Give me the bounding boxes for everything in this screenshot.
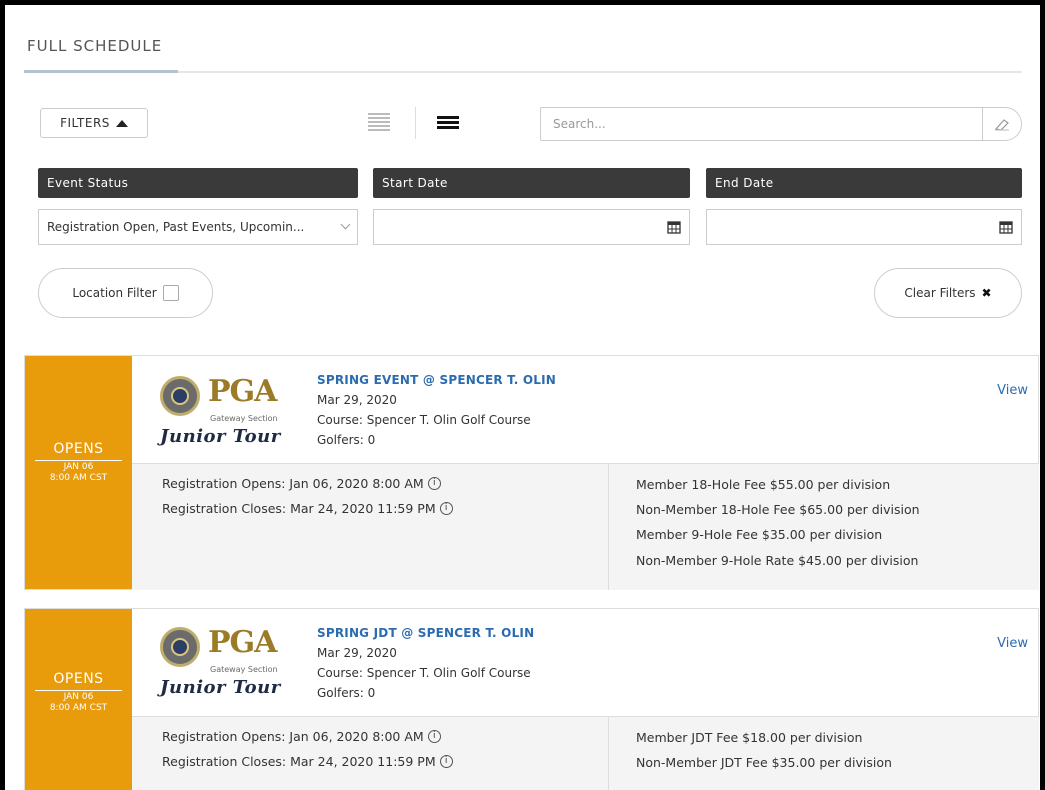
caret-up-icon: [115, 119, 128, 127]
registration-opens: Registration Opens: Jan 06, 2020 8:00 AM…: [162, 476, 441, 491]
opens-badge: OPENS JAN 06 8:00 AM CST: [25, 356, 132, 589]
registration-opens: Registration Opens: Jan 06, 2020 8:00 AM…: [162, 729, 441, 744]
fee-line: Non-Member 18-Hole Fee $65.00 per divisi…: [636, 502, 920, 517]
event-date: Mar 29, 2020: [317, 393, 397, 407]
registration-closes: Registration Closes: Mar 24, 2020 11:59 …: [162, 501, 453, 516]
start-date-field[interactable]: [373, 209, 690, 245]
info-icon[interactable]: i: [439, 502, 453, 515]
filters-label: FILTERS: [60, 116, 110, 130]
logo-pga-text: PGA: [208, 625, 277, 660]
compact-view-icon[interactable]: [437, 116, 459, 129]
info-icon[interactable]: i: [439, 755, 453, 768]
logo-section-text: Gateway Section: [210, 414, 278, 423]
pga-junior-tour-logo: PGA Gateway Section Junior Tour: [160, 625, 295, 705]
opens-time: 8:00 AM CST: [49, 473, 108, 483]
pga-junior-tour-logo: PGA Gateway Section Junior Tour: [160, 374, 295, 454]
tab-header: FULL SCHEDULE: [5, 5, 1040, 75]
registration-closes-text: Registration Closes: Mar 24, 2020 11:59 …: [162, 754, 436, 769]
calendar-icon[interactable]: [999, 220, 1013, 234]
event-card: OPENS JAN 06 8:00 AM CST PGA Gateway Sec…: [24, 608, 1039, 790]
registration-closes-text: Registration Closes: Mar 24, 2020 11:59 …: [162, 501, 436, 516]
opens-badge: OPENS JAN 06 8:00 AM CST: [25, 609, 132, 790]
end-date-field[interactable]: [706, 209, 1022, 245]
view-toggle-divider: [415, 107, 416, 139]
clear-filters-label: Clear Filters: [904, 286, 976, 300]
registration-closes: Registration Closes: Mar 24, 2020 11:59 …: [162, 754, 453, 769]
info-icon[interactable]: i: [427, 730, 441, 743]
logo-section-text: Gateway Section: [210, 665, 278, 674]
info-icon[interactable]: i: [427, 477, 441, 490]
event-title-link[interactable]: SPRING EVENT @ SPENCER T. OLIN: [317, 373, 556, 387]
opens-label: OPENS: [53, 441, 104, 457]
registration-opens-text: Registration Opens: Jan 06, 2020 8:00 AM: [162, 476, 424, 491]
location-filter-label: Location Filter: [72, 286, 157, 300]
registration-opens-text: Registration Opens: Jan 06, 2020 8:00 AM: [162, 729, 424, 744]
event-golfers: Golfers: 0: [317, 433, 376, 447]
view-link[interactable]: View: [997, 636, 1028, 651]
opens-label: OPENS: [53, 671, 104, 687]
event-details: Registration Opens: Jan 06, 2020 8:00 AM…: [132, 463, 1039, 590]
location-filter-button[interactable]: Location Filter: [38, 268, 213, 318]
event-status-select[interactable]: Registration Open, Past Events, Upcomin.…: [38, 209, 358, 245]
event-date: Mar 29, 2020: [317, 646, 397, 660]
details-divider: [608, 464, 609, 590]
details-divider: [608, 717, 609, 790]
search-input[interactable]: [541, 108, 981, 140]
active-tab-underline: [24, 70, 178, 73]
chevron-down-icon: [340, 219, 351, 230]
fee-line: Member 9-Hole Fee $35.00 per division: [636, 527, 883, 542]
event-course: Course: Spencer T. Olin Golf Course: [317, 413, 531, 427]
event-golfers: Golfers: 0: [317, 686, 376, 700]
search-box: [540, 107, 1022, 141]
logo-pga-text: PGA: [208, 374, 277, 409]
event-status-header: Event Status: [38, 168, 358, 198]
fee-line: Non-Member 9-Hole Rate $45.00 per divisi…: [636, 553, 919, 568]
fee-line: Non-Member JDT Fee $35.00 per division: [636, 755, 892, 770]
start-date-header: Start Date: [373, 168, 690, 198]
event-status-value: Registration Open, Past Events, Upcomin.…: [47, 220, 305, 234]
opens-date: JAN 06: [63, 462, 94, 472]
opens-time: 8:00 AM CST: [49, 703, 108, 713]
filters-toggle-button[interactable]: FILTERS: [40, 108, 148, 138]
location-filter-checkbox[interactable]: [162, 285, 179, 301]
opens-date: JAN 06: [63, 692, 94, 702]
calendar-icon[interactable]: [667, 220, 681, 234]
pga-seal-icon: [160, 627, 200, 667]
event-card: OPENS JAN 06 8:00 AM CST PGA Gateway Sec…: [24, 355, 1039, 590]
logo-tour-text: Junior Tour: [160, 677, 281, 698]
view-link[interactable]: View: [997, 383, 1028, 398]
fee-line: Member 18-Hole Fee $55.00 per division: [636, 477, 891, 492]
page: FULL SCHEDULE FILTERS Event Status Start…: [5, 5, 1040, 790]
list-view-icon[interactable]: [368, 113, 390, 131]
search-separator: [982, 108, 983, 140]
event-course: Course: Spencer T. Olin Golf Course: [317, 666, 531, 680]
event-details: Registration Opens: Jan 06, 2020 8:00 AM…: [132, 716, 1039, 790]
end-date-header: End Date: [706, 168, 1022, 198]
close-icon: ✖: [981, 286, 992, 300]
fee-line: Member JDT Fee $18.00 per division: [636, 730, 863, 745]
pga-seal-icon: [160, 376, 200, 416]
opens-divider: [35, 690, 122, 691]
opens-divider: [35, 460, 122, 461]
tab-full-schedule[interactable]: FULL SCHEDULE: [27, 37, 162, 55]
eraser-icon[interactable]: [994, 117, 1010, 131]
clear-filters-button[interactable]: Clear Filters ✖: [874, 268, 1022, 318]
event-title-link[interactable]: SPRING JDT @ SPENCER T. OLIN: [317, 626, 534, 640]
logo-tour-text: Junior Tour: [160, 426, 281, 447]
